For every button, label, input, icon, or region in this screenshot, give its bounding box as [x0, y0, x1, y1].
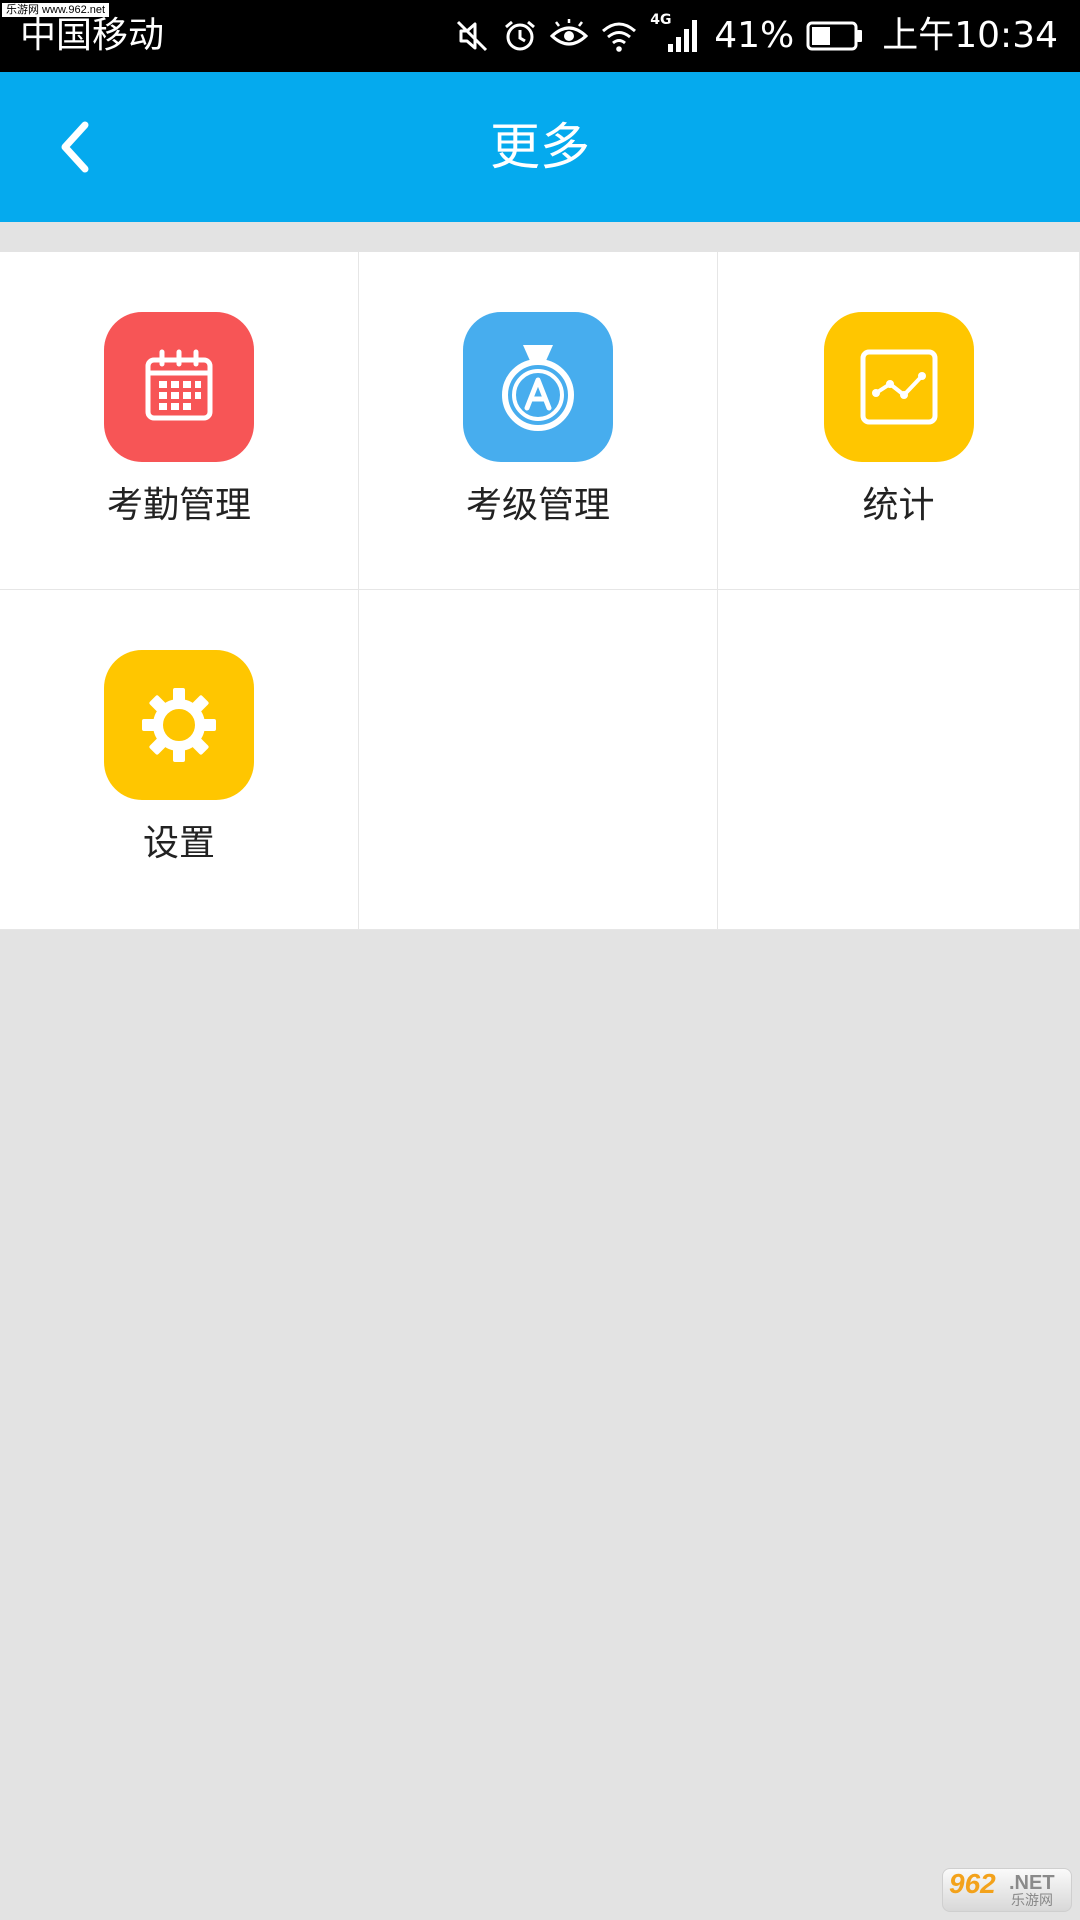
menu-grid: 考勤管理 考级管理 统计 设置	[0, 252, 1080, 930]
empty-cell	[359, 590, 718, 930]
grading-tile	[463, 312, 613, 462]
status-icons: 4G 41% 上午10:34	[454, 12, 1058, 60]
menu-item-label: 考级管理	[465, 485, 610, 526]
watermark-number: 962	[949, 1868, 996, 1899]
carrier-name: 中国移动	[20, 15, 165, 56]
signal-icon: 4G	[650, 12, 702, 56]
clock: 上午10:34	[882, 15, 1058, 56]
menu-item-label: 统计	[862, 485, 935, 526]
menu-item-statistics[interactable]: 统计	[718, 252, 1080, 590]
eye-icon	[550, 19, 589, 46]
chart-icon	[860, 349, 937, 425]
app-header: 更多	[0, 72, 1080, 222]
watermark-logo: 962 .NET 乐游网	[942, 1868, 1072, 1912]
attendance-tile	[104, 312, 254, 462]
calendar-icon	[145, 349, 213, 421]
gear-icon	[142, 688, 216, 762]
empty-cell	[718, 590, 1080, 930]
menu-item-attendance[interactable]: 考勤管理	[0, 252, 359, 590]
watermark-text: 乐游网	[1011, 1893, 1053, 1909]
battery-icon	[806, 21, 863, 51]
alarm-icon	[505, 20, 536, 51]
menu-item-label: 设置	[142, 823, 215, 864]
wifi-icon	[602, 22, 637, 52]
medal-icon	[502, 345, 574, 431]
mute-icon	[457, 20, 488, 52]
menu-item-settings[interactable]: 设置	[0, 590, 359, 930]
battery-percent: 41%	[714, 15, 795, 56]
menu-item-grading[interactable]: 考级管理	[359, 252, 718, 590]
statistics-tile	[823, 312, 974, 462]
status-bar: 乐游网 www.962.net 中国移动 4G 41% 上午10:34	[0, 0, 1080, 72]
menu-item-label: 考勤管理	[106, 485, 251, 526]
watermark-suffix: .NET	[1009, 1872, 1055, 1894]
settings-tile	[104, 650, 254, 800]
page-title: 更多	[490, 118, 590, 176]
